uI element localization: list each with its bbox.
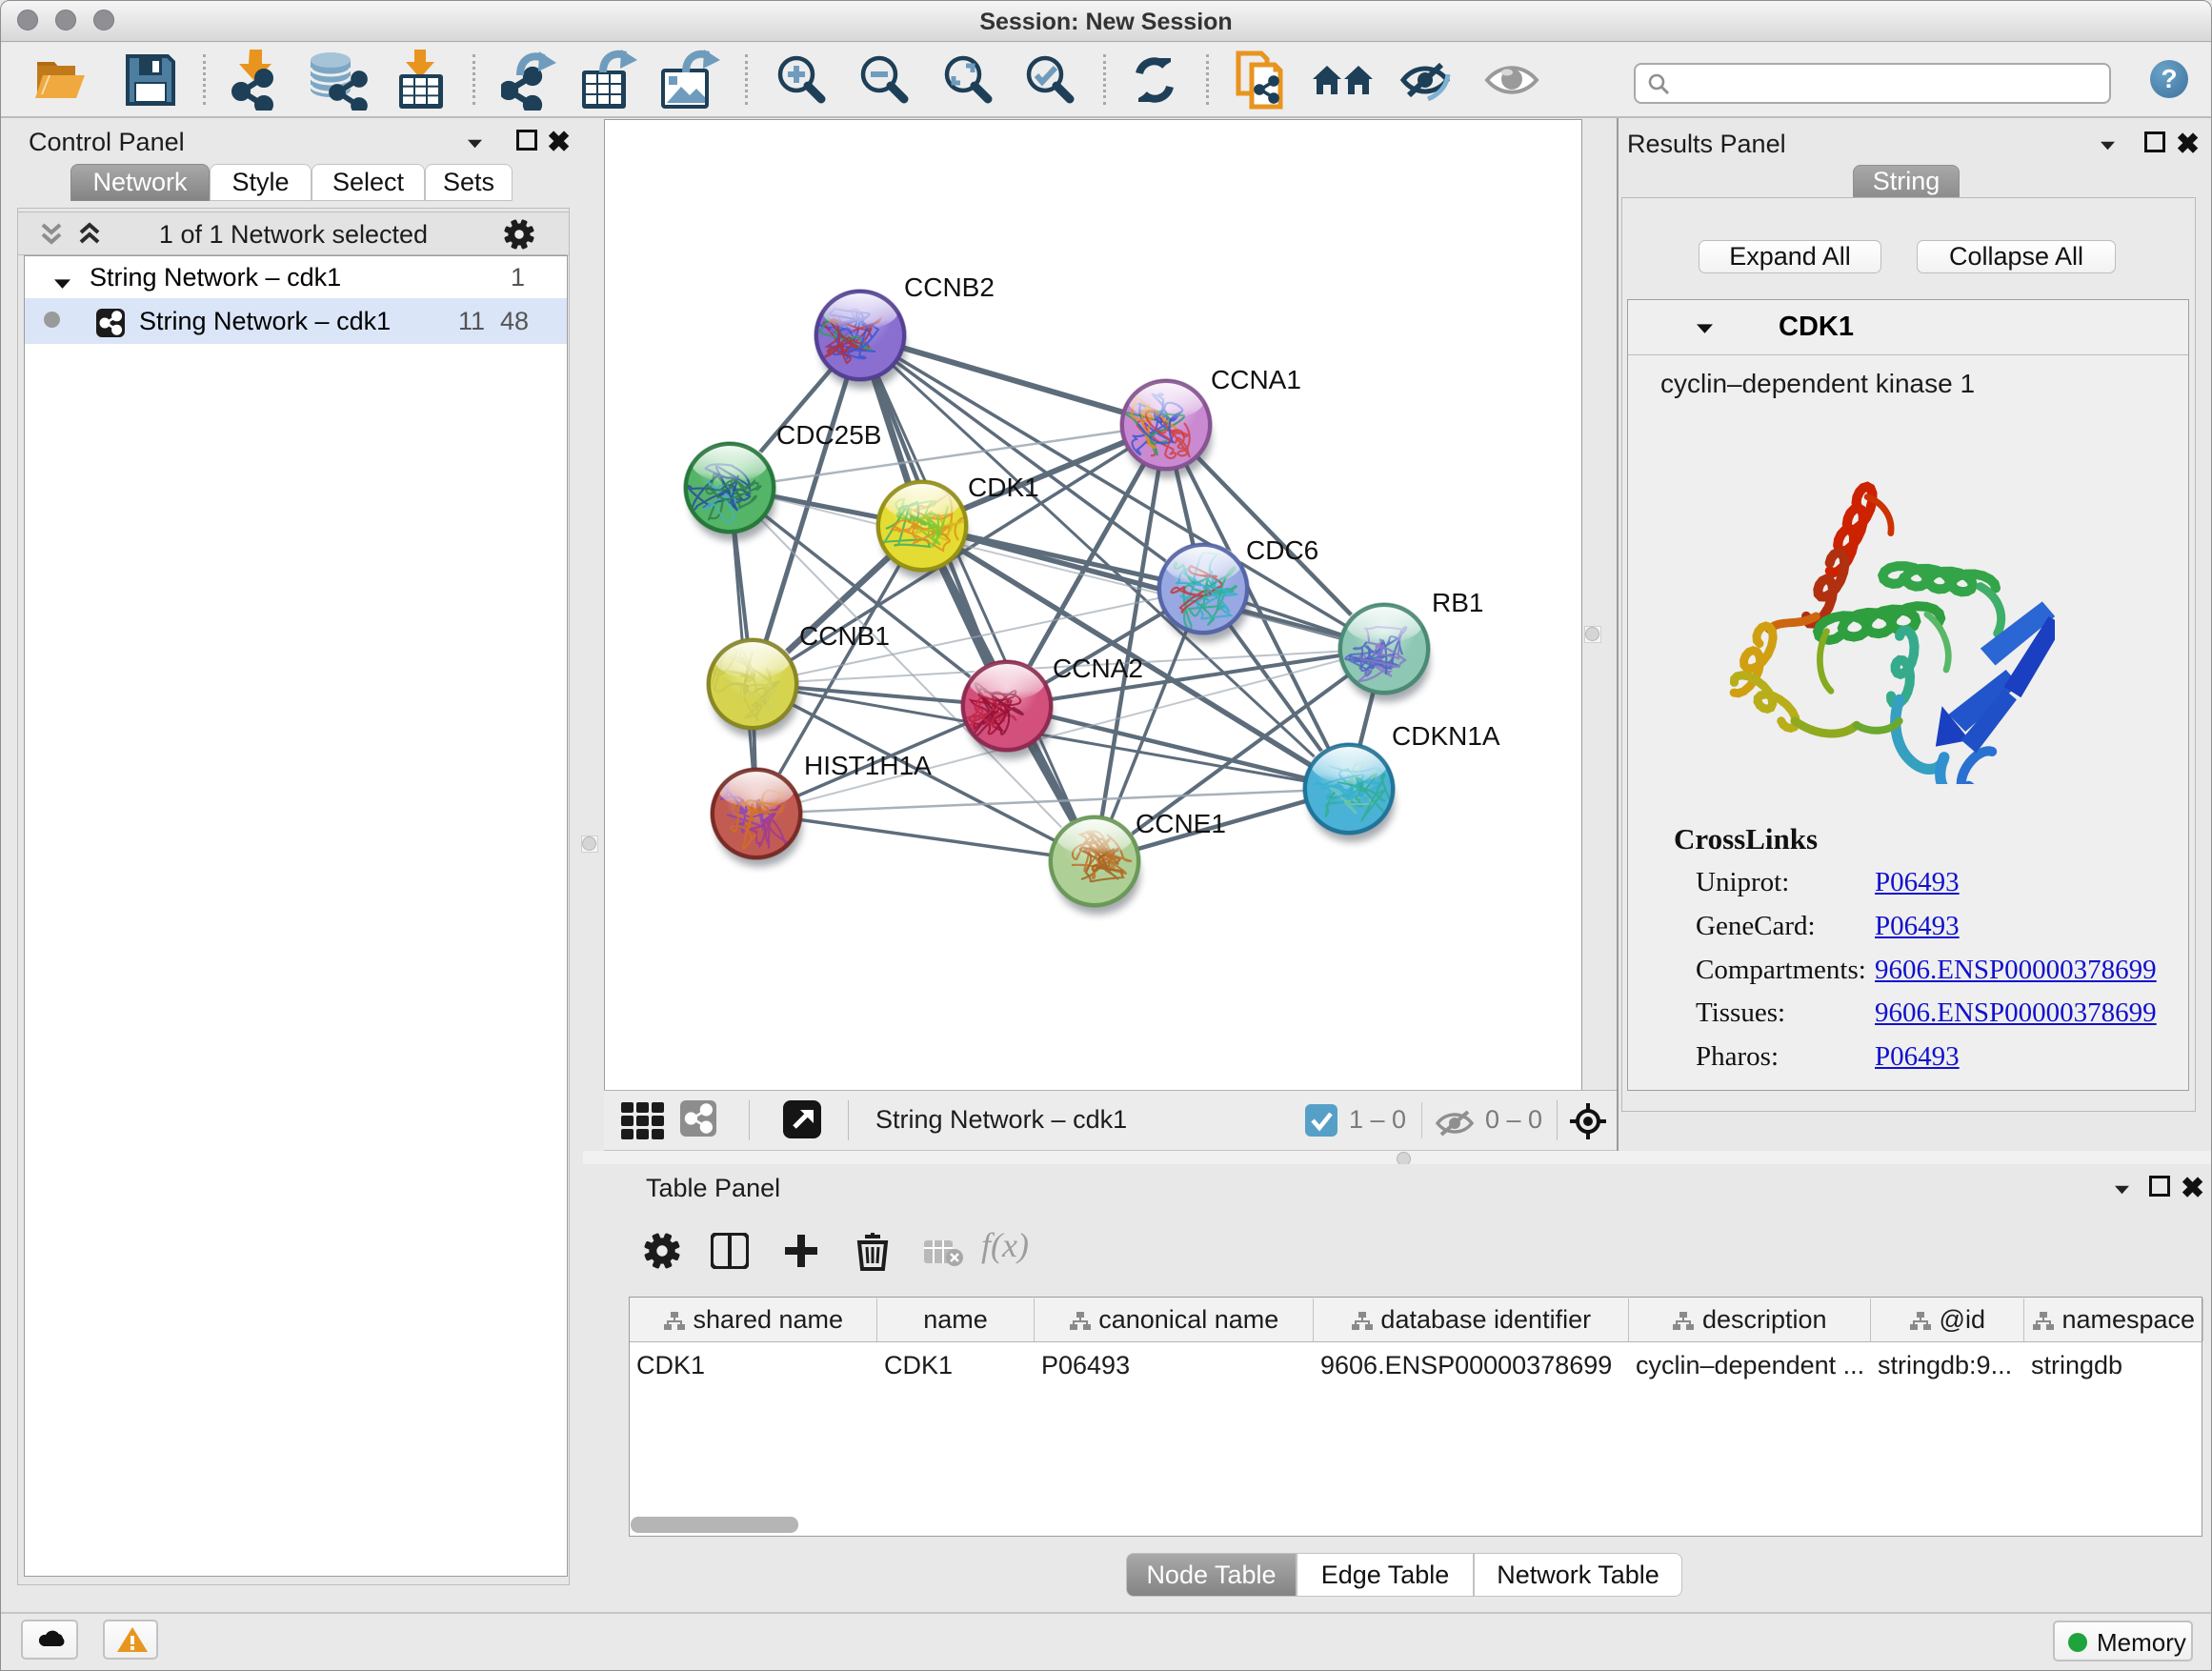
svg-text:CDK1: CDK1 — [968, 473, 1039, 502]
svg-text:CCNB1: CCNB1 — [799, 621, 890, 651]
svg-text:CCNA1: CCNA1 — [1211, 365, 1301, 394]
svg-text:CDC6: CDC6 — [1246, 535, 1318, 565]
svg-text:HIST1H1A: HIST1H1A — [804, 751, 932, 780]
svg-text:RB1: RB1 — [1432, 588, 1483, 617]
svg-text:CCNB2: CCNB2 — [904, 272, 995, 302]
svg-text:CDC25B: CDC25B — [776, 420, 881, 450]
svg-text:CDKN1A: CDKN1A — [1392, 721, 1500, 751]
svg-text:CCNE1: CCNE1 — [1136, 809, 1226, 838]
svg-text:CCNA2: CCNA2 — [1053, 654, 1143, 683]
